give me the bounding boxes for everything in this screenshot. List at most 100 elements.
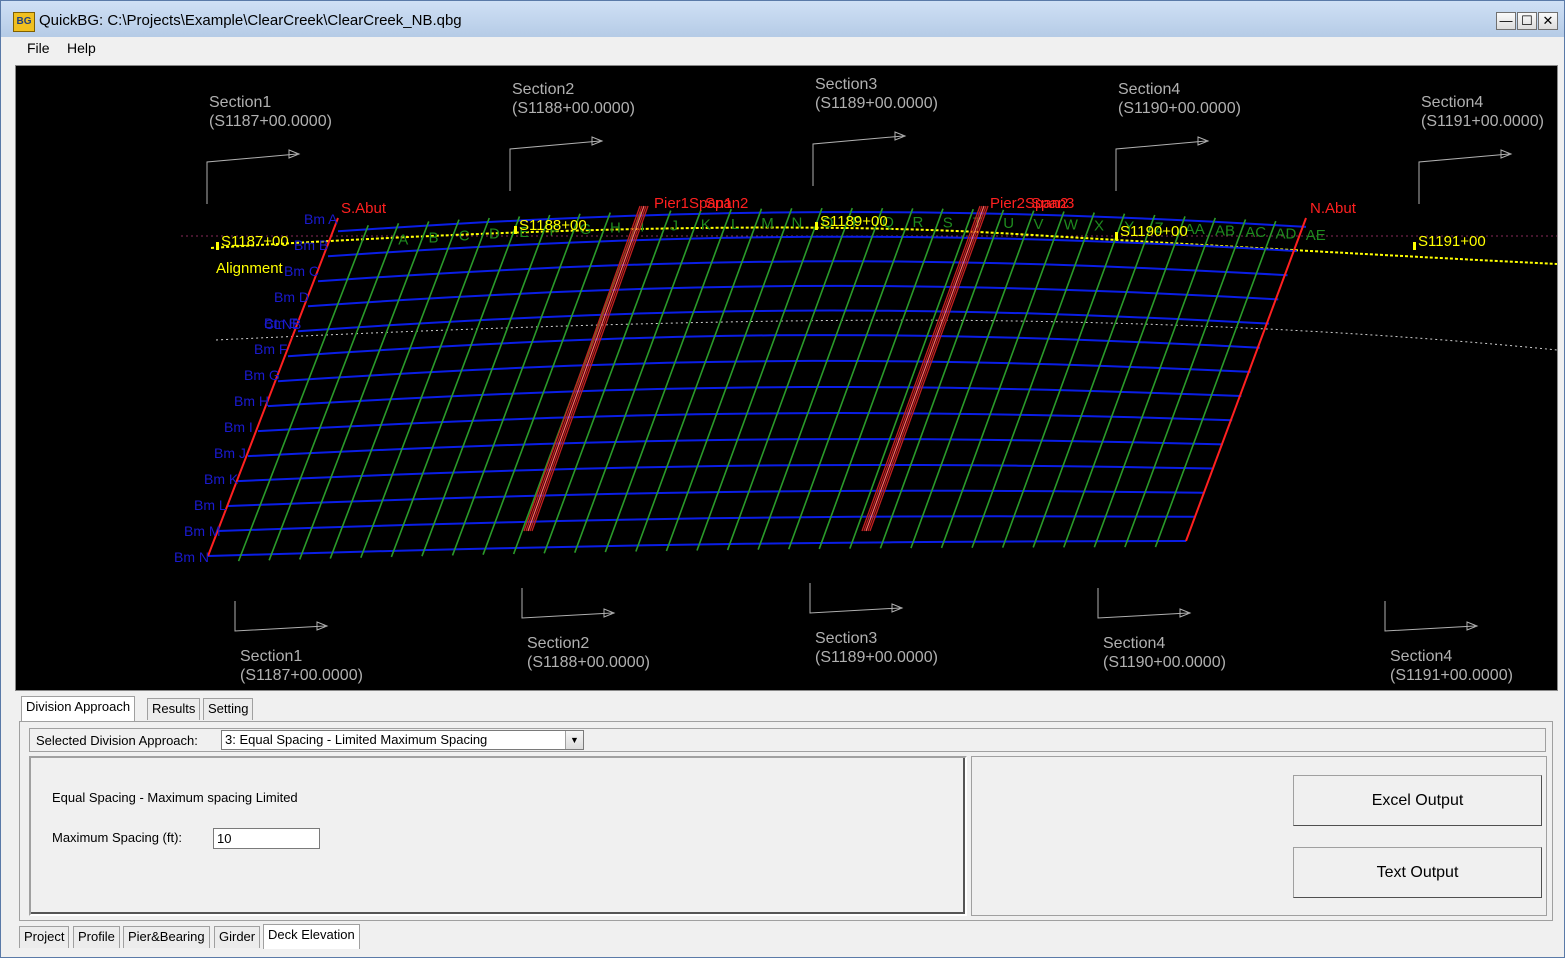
section-bottom-marker [1097,588,1189,619]
deck-plan-drawing: ABCDEFGHIJKLMNOPQRSTUVWXYZAAABACADAES.Ab… [174,76,1557,684]
window-title: QuickBG: C:\Projects\Example\ClearCreek\… [39,12,462,29]
minimize-button[interactable]: — [1496,12,1516,30]
text-output-button[interactable]: Text Output [1293,847,1542,898]
app-icon: BG [13,12,35,32]
max-spacing-input[interactable]: 10 [213,828,320,849]
south-abutment-label: S.Abut [341,200,387,217]
tab-results[interactable]: Results [147,698,201,720]
section-top-marker [1418,153,1510,204]
section-bottom-marker [521,588,613,619]
beam-label: Bm D [274,289,309,305]
section-top-marker [509,140,601,191]
tab-setting[interactable]: Setting [203,698,254,720]
section-bottom-station: (S1189+00.0000) [815,649,938,666]
beam-label: Bm I [224,419,253,435]
division-label: M [761,215,774,232]
station-label: S1187+00 [221,233,289,250]
beam-line [317,260,1288,283]
division-line [665,208,793,552]
division-line [543,210,672,554]
division-selector-row: Selected Division Approach: 3: Equal Spa… [29,728,1546,752]
menu-help[interactable]: Help [67,40,96,56]
beam-label: Bm C [284,263,319,279]
tab-deck-elevation[interactable]: Deck Elevation [263,924,360,949]
station-tick [216,242,219,250]
division-line [635,208,763,552]
beam-label: Bm B [294,237,328,253]
station-label: S1190+00 [1120,223,1188,240]
beam-label: Bm F [254,341,287,357]
section-bottom-station: (S1191+00.0000) [1390,667,1513,684]
section-top-name: Section3 [815,76,877,93]
tab-profile[interactable]: Profile [73,926,120,948]
division-label: J [671,217,679,234]
section-top-name: Section4 [1421,94,1483,111]
section-top-station: (S1188+00.0000) [512,100,635,117]
section-top-station: (S1190+00.0000) [1118,100,1241,117]
division-label: N [792,215,803,232]
pier-line [529,205,647,532]
pier-line [863,205,983,532]
app-window: BG QuickBG: C:\Projects\Example\ClearCre… [0,0,1565,958]
menu-bar: File Help [11,37,1561,61]
pier-line [527,205,645,532]
beam-label: Bm J [214,445,246,461]
division-label: X [1094,218,1104,235]
tab-pier-bearing[interactable]: Pier&Bearing [123,926,210,948]
section-top-marker [206,153,298,204]
section-top-marker [812,135,904,186]
section-bottom-name: Section4 [1390,648,1452,665]
approach-description: Equal Spacing - Maximum spacing Limited [52,790,298,805]
division-label: W [1064,217,1079,234]
beam-line [257,411,1233,433]
tab-girder[interactable]: Girder [214,926,261,948]
tab-project[interactable]: Project [19,926,70,948]
max-spacing-label: Maximum Spacing (ft): [52,830,183,845]
division-label: R [913,214,924,231]
section-bottom-name: Section1 [240,648,302,665]
close-button[interactable]: ✕ [1538,12,1558,30]
division-line [818,208,944,550]
division-label: V [1034,216,1044,233]
division-label: U [1003,215,1014,232]
pier2-span3-label: Span3 [1031,195,1074,212]
output-box: Excel Output Text Output [971,756,1547,916]
division-label: AA [1185,221,1205,238]
section-bottom-name: Section3 [815,630,877,647]
station-tick [514,226,517,234]
section-top-marker [1115,140,1207,191]
alignment-line [210,226,1557,265]
division-label: S [943,214,953,231]
chevron-down-icon[interactable]: ▼ [565,731,583,749]
tab-division-approach[interactable]: Division Approach [21,696,136,721]
division-line [757,207,884,550]
division-label: AC [1245,224,1266,241]
beam-label: Bm L [194,497,227,513]
division-selector-label: Selected Division Approach: [36,733,198,748]
pier-line [865,205,985,532]
section-bottom-marker [1384,601,1476,632]
division-line [849,208,975,549]
division-label: D [489,226,500,243]
station-tick [1413,242,1416,250]
section-top-name: Section2 [512,81,574,98]
menu-file[interactable]: File [27,40,50,56]
section-bottom-station: (S1190+00.0000) [1103,654,1226,671]
division-approach-select[interactable]: 3: Equal Spacing - Limited Maximum Spaci… [221,730,584,750]
division-line [787,208,914,550]
pier-line [869,205,989,532]
excel-output-button[interactable]: Excel Output [1293,775,1542,826]
deck-elevation-canvas[interactable]: ABCDEFGHIJKLMNOPQRSTUVWXYZAAABACADAES.Ab… [15,65,1558,691]
division-label: A [398,231,408,248]
station-label: S1188+00 [519,217,587,234]
section-bottom-marker [809,583,901,614]
division-label: C [459,227,470,244]
beam-label: Bm G [244,367,280,383]
maximize-button[interactable]: ☐ [1517,12,1537,30]
title-bar[interactable]: BG QuickBG: C:\Projects\Example\ClearCre… [1,1,1564,37]
pier1-span2-label: Span2 [705,195,748,212]
clnb-label: CLNB [264,316,301,332]
division-label: K [701,217,711,234]
beam-label: Bm A [304,211,338,227]
division-line [696,207,823,551]
